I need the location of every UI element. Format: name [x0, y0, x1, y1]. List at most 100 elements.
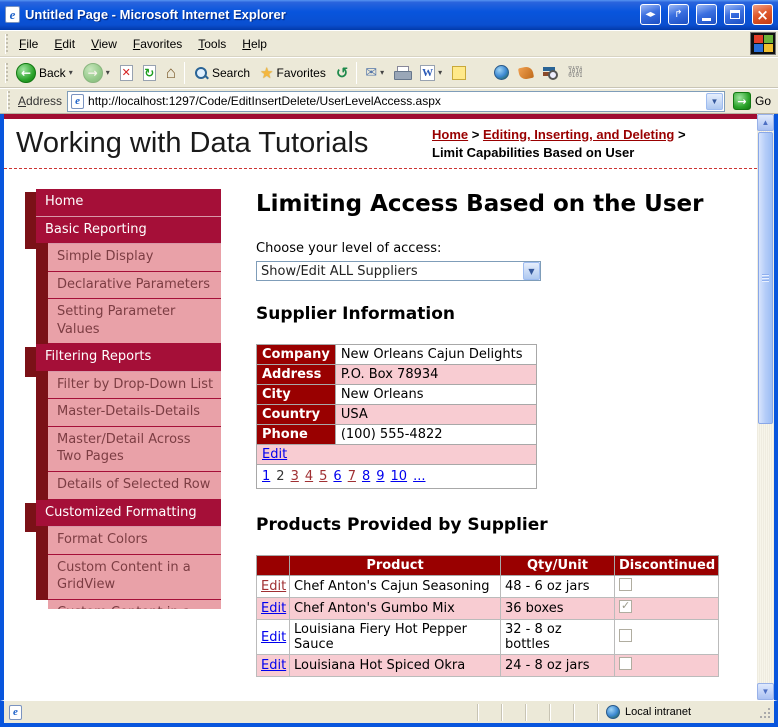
menu-tools[interactable]: Tools	[190, 33, 234, 55]
status-page-icon: e	[9, 704, 22, 720]
sidebar-item-basic-reporting[interactable]: Basic Reporting	[25, 216, 221, 249]
address-input[interactable]: e http://localhost:1297/Code/EditInsertD…	[67, 90, 725, 112]
table-row: Company New Orleans Cajun Delights	[256, 344, 537, 365]
pager-page-2[interactable]: 2	[276, 469, 284, 484]
forward-button[interactable]: → ▾	[78, 61, 115, 85]
menu-help[interactable]: Help	[234, 33, 275, 55]
product-qty: 36 boxes	[500, 597, 615, 620]
discontinued-checkbox[interactable]	[619, 628, 632, 642]
window-title: Untitled Page - Microsoft Internet Explo…	[25, 7, 286, 22]
supplier-section-title: Supplier Information	[256, 304, 455, 324]
favorites-button[interactable]: ★ Favorites	[255, 62, 331, 84]
back-button[interactable]: ← Back ▾	[11, 61, 78, 85]
sidebar-item-details-of-selected-row[interactable]: Details of Selected Row	[36, 471, 221, 500]
pager-page-1[interactable]: 1	[262, 469, 270, 484]
field-label: Country	[256, 404, 336, 425]
assistant-button[interactable]	[514, 65, 538, 81]
search-button[interactable]: Search	[188, 63, 255, 83]
research-button[interactable]	[538, 63, 563, 82]
access-level-select[interactable]: Show/Edit ALL Suppliers ▼	[256, 261, 541, 281]
menu-file[interactable]: File	[11, 33, 46, 55]
supplier-edit-link[interactable]: Edit	[262, 447, 287, 462]
sidebar-item-setting-parameter-values[interactable]: Setting Parameter Values	[36, 298, 221, 345]
address-dropdown-icon[interactable]: ▼	[705, 92, 723, 110]
sidebar-item-custom-content-detailsview[interactable]: Custom Content in a DetailsView	[48, 599, 221, 609]
sidebar-item-simple-display[interactable]: Simple Display	[36, 243, 221, 272]
minimize-button[interactable]	[696, 4, 717, 25]
status-pane	[549, 703, 573, 721]
sidebar-item-custom-content-gridview[interactable]: Custom Content in a GridView	[36, 553, 221, 600]
pager-page-6[interactable]: 6	[333, 469, 341, 484]
address-url[interactable]: http://localhost:1297/Code/EditInsertDel…	[88, 94, 702, 108]
sidebar-item-format-colors[interactable]: Format Colors	[36, 526, 221, 555]
page-icon: e	[71, 93, 85, 109]
go-button[interactable]: → Go	[730, 92, 774, 110]
breadcrumb-home-link[interactable]: Home	[432, 127, 468, 142]
pager-page-9[interactable]: 9	[376, 469, 384, 484]
edit-with-word-button[interactable]: W ▾	[415, 63, 447, 83]
stop-button[interactable]: ✕	[115, 63, 138, 83]
pager-page-10[interactable]: 10	[391, 469, 408, 484]
product-edit-link[interactable]: Edit	[261, 630, 286, 645]
vertical-scrollbar[interactable]: ▲ ▼	[757, 114, 774, 700]
scroll-up-icon[interactable]: ▲	[757, 114, 774, 131]
toolbar-grip[interactable]	[5, 62, 8, 83]
window-split-button[interactable]: ◂▸	[640, 4, 661, 25]
field-value: USA	[334, 404, 537, 425]
product-qty: 32 - 8 oz bottles	[500, 619, 615, 655]
history-button[interactable]: ↺	[331, 62, 354, 84]
product-edit-link[interactable]: Edit	[261, 658, 286, 673]
field-label: Address	[256, 364, 336, 385]
chevron-down-icon[interactable]: ▼	[523, 262, 540, 280]
resize-grip[interactable]	[759, 705, 771, 719]
discontinued-checkbox[interactable]	[619, 657, 632, 670]
sidebar-item-customized-formatting[interactable]: Customized Formatting	[25, 499, 221, 532]
scroll-down-icon[interactable]: ▼	[757, 683, 774, 700]
sidebar-item-home[interactable]: Home	[25, 189, 221, 222]
discuss-button[interactable]	[447, 64, 471, 82]
back-dropdown-icon[interactable]: ▾	[69, 68, 73, 77]
window-export-button[interactable]: ↱	[668, 4, 689, 25]
menu-favorites[interactable]: Favorites	[125, 33, 190, 55]
word-icon: W	[420, 64, 436, 81]
sidebar-item-master-detail-two-pages[interactable]: Master/Detail Across Two Pages	[36, 425, 221, 473]
close-button[interactable]: ×	[752, 4, 773, 25]
pager-page-4[interactable]: 4	[305, 469, 313, 484]
menu-view[interactable]: View	[83, 33, 125, 55]
scrollbar-thumb[interactable]	[758, 132, 773, 424]
mail-dropdown-icon[interactable]: ▾	[380, 68, 384, 77]
field-value: New Orleans Cajun Delights	[334, 344, 537, 365]
sidebar-item-declarative-parameters[interactable]: Declarative Parameters	[36, 270, 221, 300]
pager-more[interactable]: ...	[413, 469, 425, 484]
pager-page-8[interactable]: 8	[362, 469, 370, 484]
pager-page-7[interactable]: 7	[348, 469, 356, 484]
mail-button[interactable]: ✉ ▾	[360, 62, 389, 83]
pager-page-3[interactable]: 3	[291, 469, 299, 484]
print-button[interactable]	[389, 64, 415, 81]
refresh-button[interactable]: ↻	[138, 63, 161, 83]
toolbar-grip[interactable]	[5, 33, 8, 54]
messenger-button[interactable]	[489, 63, 514, 82]
sidebar-item-filtering-reports[interactable]: Filtering Reports	[25, 344, 221, 377]
sidebar-item-master-details-details[interactable]: Master-Details-Details	[36, 398, 221, 427]
product-edit-link[interactable]: Edit	[261, 579, 286, 594]
edit-dropdown-icon[interactable]: ▾	[438, 68, 442, 77]
breadcrumb-section-link[interactable]: Editing, Inserting, and Deleting	[483, 127, 674, 142]
pager-page-5[interactable]: 5	[319, 469, 327, 484]
field-value: New Orleans	[334, 384, 537, 405]
home-button[interactable]: ⌂	[161, 61, 181, 85]
header-row: Product Qty/Unit Discontinued	[256, 555, 719, 576]
toolbar-grip[interactable]	[7, 91, 10, 111]
discontinued-checkbox[interactable]	[619, 578, 632, 591]
discontinued-checkbox[interactable]	[619, 599, 632, 613]
binary-tool-button[interactable]: 0101 1010 0101	[563, 64, 587, 82]
menu-edit[interactable]: Edit	[46, 33, 83, 55]
intranet-globe-icon	[606, 705, 620, 719]
maximize-button[interactable]	[724, 4, 745, 25]
search-label: Search	[212, 65, 251, 80]
forward-dropdown-icon[interactable]: ▾	[106, 68, 110, 77]
product-edit-link[interactable]: Edit	[261, 601, 286, 616]
supplier-details-table: Company New Orleans Cajun Delights Addre…	[256, 344, 537, 489]
sidebar-item-filter-by-dropdown-list[interactable]: Filter by Drop-Down List	[36, 370, 221, 400]
menu-bar: File Edit View Favorites Tools Help	[0, 30, 778, 57]
